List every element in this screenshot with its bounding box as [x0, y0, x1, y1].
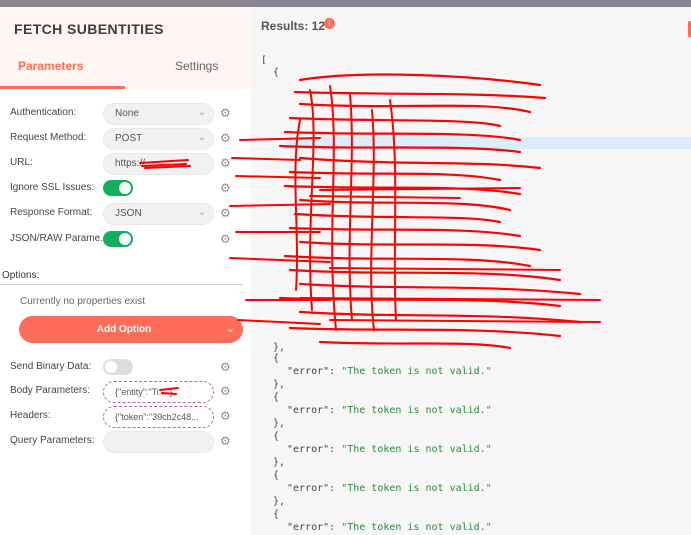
redaction-scribble — [139, 73, 601, 395]
